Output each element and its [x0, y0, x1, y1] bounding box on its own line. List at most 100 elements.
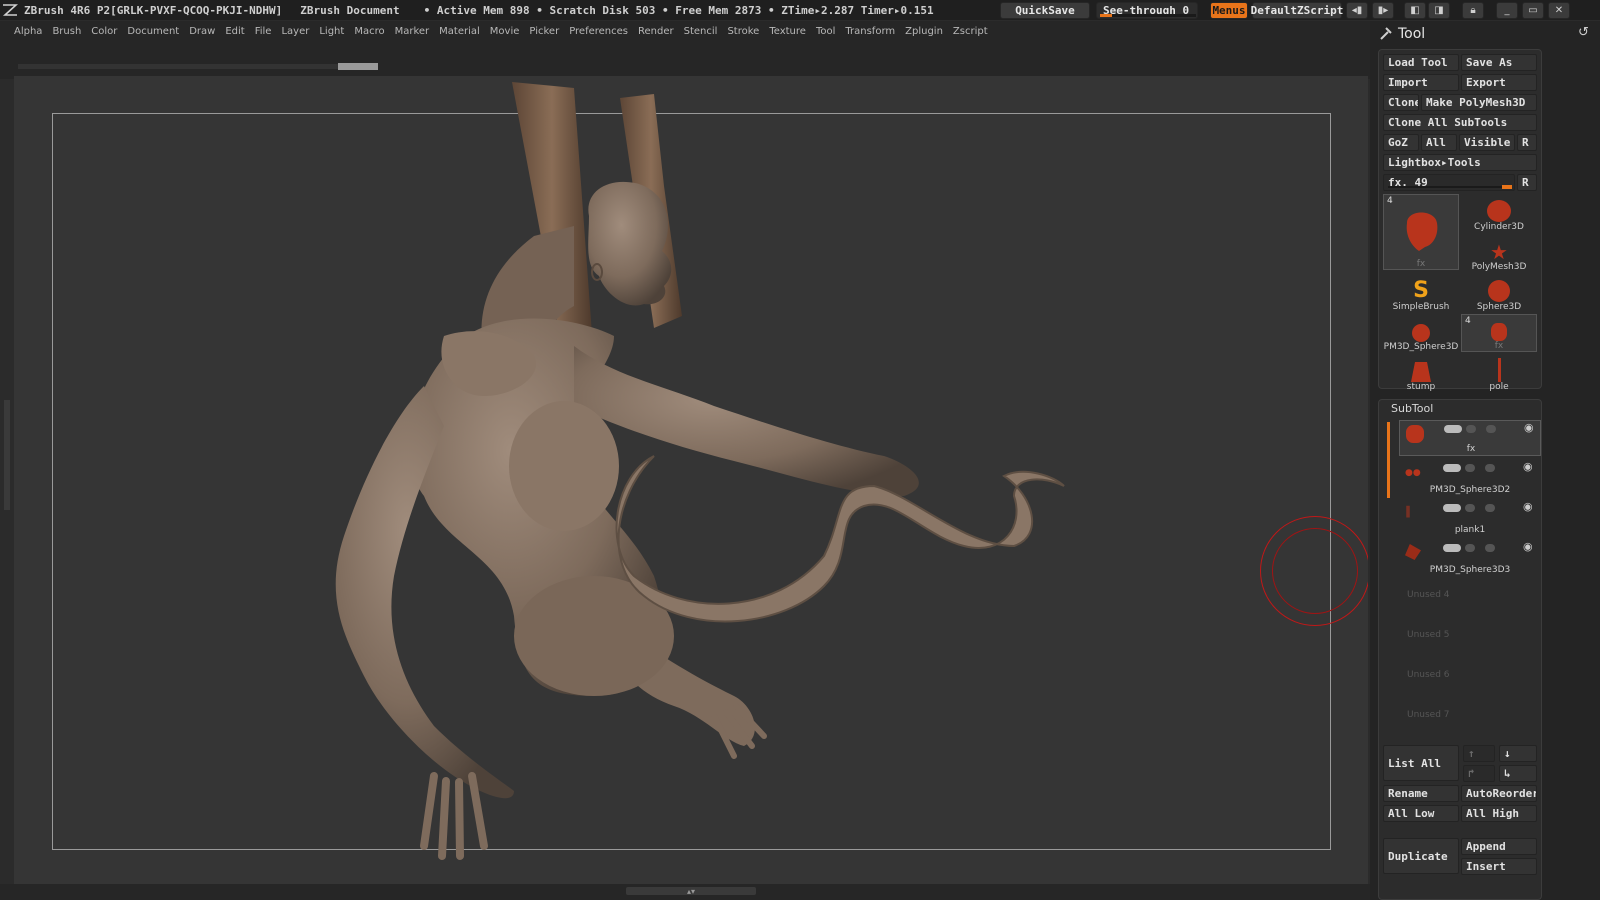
toggle-icon[interactable]	[1443, 464, 1461, 472]
tool-thumb-cylinder3d[interactable]: Cylinder3D	[1461, 194, 1537, 232]
tool-count-handle[interactable]	[1502, 185, 1512, 189]
tool-thumb-simplebrush[interactable]: S SimpleBrush	[1383, 274, 1459, 313]
tool-count-r-button[interactable]: R	[1517, 174, 1537, 191]
layout-prev-icon[interactable]: ◧	[1404, 2, 1426, 19]
autoreorder-button[interactable]: AutoReorder	[1461, 785, 1537, 802]
move-up-icon[interactable]: ↑	[1463, 745, 1495, 762]
menu-draw[interactable]: Draw	[189, 26, 215, 37]
menu-alpha[interactable]: Alpha	[14, 26, 42, 37]
menu-macro[interactable]: Macro	[354, 26, 384, 37]
all-low-button[interactable]: All Low	[1383, 805, 1459, 822]
eye-icon[interactable]: ◉	[1523, 460, 1533, 473]
tool-thumb-sphere3d[interactable]: Sphere3D	[1461, 274, 1537, 312]
canvas-viewport[interactable]	[14, 76, 1368, 884]
close-icon[interactable]: ✕	[1548, 2, 1570, 19]
tool-thumb-polymesh3d[interactable]: ★ PolyMesh3D	[1461, 234, 1537, 272]
save-as-button[interactable]: Save As	[1461, 54, 1537, 71]
make-polymesh-button[interactable]: Make PolyMesh3D	[1421, 94, 1537, 111]
list-all-button[interactable]: List All	[1383, 745, 1459, 781]
goz-visible-button[interactable]: Visible	[1459, 134, 1515, 151]
menu-edit[interactable]: Edit	[225, 26, 244, 37]
menu-material[interactable]: Material	[439, 26, 480, 37]
menu-brush[interactable]: Brush	[52, 26, 81, 37]
subtool-scroll-indicator[interactable]	[1387, 422, 1390, 498]
subtool-item[interactable]: ◉ PM3D_Sphere3D3	[1399, 540, 1541, 576]
move-up-all-icon[interactable]: ↱	[1463, 765, 1495, 782]
menu-render[interactable]: Render	[638, 26, 674, 37]
tool-thumb-pm3d-sphere3d[interactable]: PM3D_Sphere3D	[1383, 314, 1459, 352]
subtool-title[interactable]: SubTool	[1391, 402, 1433, 415]
duplicate-button[interactable]: Duplicate	[1383, 838, 1459, 874]
eye-icon[interactable]: ◉	[1523, 500, 1533, 513]
goz-r-button[interactable]: R	[1517, 134, 1537, 151]
timeline-track[interactable]	[18, 64, 378, 69]
clone-button[interactable]: Clone	[1383, 94, 1419, 111]
rename-button[interactable]: Rename	[1383, 785, 1459, 802]
menu-movie[interactable]: Movie	[490, 26, 520, 37]
menu-light[interactable]: Light	[319, 26, 344, 37]
toggle-icon[interactable]	[1444, 425, 1462, 433]
scroll-left-icon[interactable]: ◂▮	[1346, 2, 1368, 19]
layout-next-icon[interactable]: ◨	[1428, 2, 1450, 19]
maximize-icon[interactable]: ▭	[1522, 2, 1544, 19]
toggle-icon[interactable]	[1465, 504, 1475, 512]
toggle-icon[interactable]	[1466, 425, 1476, 433]
menu-layer[interactable]: Layer	[281, 26, 309, 37]
move-down-icon[interactable]: ↓	[1499, 745, 1537, 762]
toggle-icon[interactable]	[1485, 504, 1495, 512]
menu-tool[interactable]: Tool	[816, 26, 835, 37]
quicksave-button[interactable]: QuickSave	[1000, 2, 1090, 19]
insert-button[interactable]: Insert	[1461, 858, 1537, 875]
subtool-item[interactable]: ∥ ◉ plank1	[1399, 500, 1541, 536]
timeline-thumb[interactable]	[338, 63, 378, 70]
toggle-icon[interactable]	[1465, 544, 1475, 552]
move-down-all-icon[interactable]: ↳	[1499, 765, 1537, 782]
menu-stencil[interactable]: Stencil	[684, 26, 718, 37]
lock-icon[interactable]: 🔒︎	[1462, 2, 1484, 19]
menu-texture[interactable]: Texture	[769, 26, 806, 37]
append-button[interactable]: Append	[1461, 838, 1537, 855]
subtool-item[interactable]: ◉ fx	[1399, 420, 1541, 456]
lightbox-tools-button[interactable]: Lightbox▸Tools	[1383, 154, 1537, 171]
all-high-button[interactable]: All High	[1461, 805, 1537, 822]
toggle-icon[interactable]	[1485, 464, 1495, 472]
menu-zscript[interactable]: Zscript	[953, 26, 988, 37]
import-button[interactable]: Import	[1383, 74, 1459, 91]
menu-zplugin[interactable]: Zplugin	[905, 26, 943, 37]
tool-thumb-stump[interactable]: stump	[1383, 354, 1459, 392]
tool-panel-header[interactable]: Tool ↺	[1370, 21, 1600, 47]
goz-button[interactable]: GoZ	[1383, 134, 1419, 151]
menu-stroke[interactable]: Stroke	[727, 26, 759, 37]
export-button[interactable]: Export	[1461, 74, 1537, 91]
bottom-shelf-grip-icon[interactable]: ▴▾	[626, 887, 756, 896]
eye-icon[interactable]: ◉	[1524, 421, 1534, 434]
reset-icon[interactable]: ↺	[1578, 25, 1589, 40]
load-tool-button[interactable]: Load Tool	[1383, 54, 1459, 71]
scroll-right-icon[interactable]: ▮▸	[1372, 2, 1394, 19]
menu-transform[interactable]: Transform	[845, 26, 895, 37]
tool-count-slider[interactable]: fx. 49	[1383, 174, 1515, 191]
goz-all-button[interactable]: All	[1421, 134, 1457, 151]
menu-document[interactable]: Document	[127, 26, 179, 37]
tool-thumb-pole[interactable]: pole	[1461, 354, 1537, 392]
toggle-icon[interactable]	[1443, 504, 1461, 512]
toggle-icon[interactable]	[1485, 544, 1495, 552]
toggle-icon[interactable]	[1443, 544, 1461, 552]
menus-toggle-button[interactable]: Menus	[1210, 2, 1248, 19]
subtool-item[interactable]: ●● ◉ PM3D_Sphere3D2	[1399, 460, 1541, 496]
clone-all-subtools-button[interactable]: Clone All SubTools	[1383, 114, 1537, 131]
sculpt-model[interactable]	[14, 76, 1368, 884]
tool-thumb-fx-2[interactable]: 4 fx	[1461, 314, 1537, 352]
tool-thumb-fx[interactable]: 4 fx	[1383, 194, 1459, 270]
menu-marker[interactable]: Marker	[395, 26, 430, 37]
menu-file[interactable]: File	[255, 26, 272, 37]
default-zscript-button[interactable]: DefaultZScript	[1251, 2, 1343, 19]
toggle-icon[interactable]	[1486, 425, 1496, 433]
minimize-icon[interactable]: _	[1496, 2, 1518, 19]
menu-picker[interactable]: Picker	[529, 26, 559, 37]
menu-color[interactable]: Color	[91, 26, 117, 37]
eye-icon[interactable]: ◉	[1523, 540, 1533, 553]
toggle-icon[interactable]	[1465, 464, 1475, 472]
menu-preferences[interactable]: Preferences	[569, 26, 628, 37]
left-shelf-grip[interactable]	[4, 400, 10, 510]
